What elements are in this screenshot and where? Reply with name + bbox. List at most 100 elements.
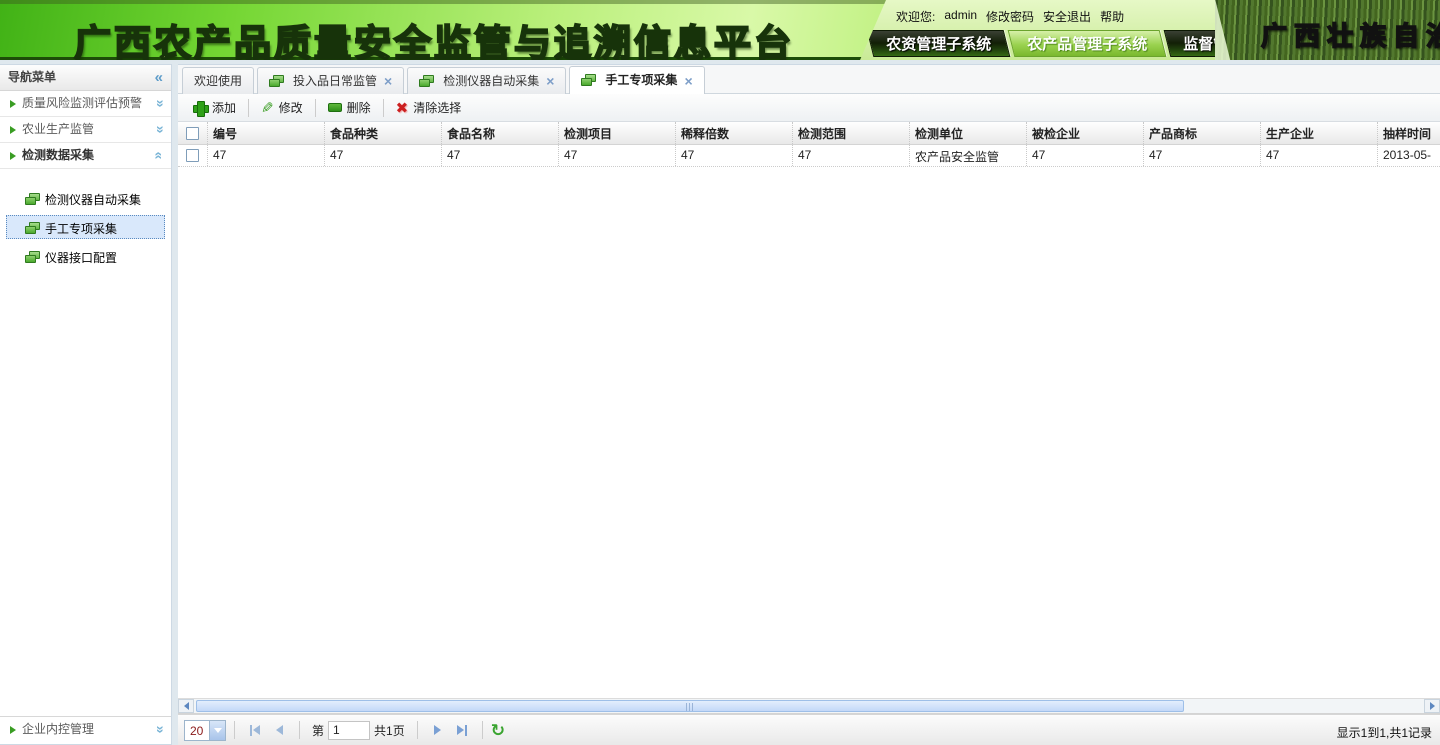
help-link[interactable]: 帮助 [1100, 8, 1124, 25]
table-cell: 47 [325, 145, 442, 166]
close-icon[interactable]: × [546, 74, 554, 88]
toolbar-separator [383, 99, 384, 117]
column-header[interactable]: 食品名称 [442, 122, 559, 144]
delete-bar-icon [328, 103, 342, 112]
close-icon[interactable]: × [684, 74, 692, 88]
change-password-link[interactable]: 修改密码 [986, 8, 1034, 25]
record-count-status: 显示1到1,共1记录 [1337, 724, 1432, 741]
scroll-right-button[interactable] [1424, 699, 1440, 713]
clear-selection-button[interactable]: ✖ 清除选择 [387, 97, 471, 119]
row-checkbox-cell [178, 145, 208, 166]
sidebar-collapse-icon[interactable]: « [155, 65, 163, 90]
table-cell: 47 [676, 145, 793, 166]
next-page-button[interactable] [426, 720, 450, 740]
column-header[interactable]: 检测单位 [910, 122, 1027, 144]
table-cell: 47 [208, 145, 325, 166]
content-tabbar: 欢迎使用 投入品日常监管 × 检测仪器自动采集 × 手工专项采集 × [178, 65, 1440, 94]
chevron-down-icon: « [147, 126, 172, 134]
last-page-icon [457, 725, 464, 735]
sidebar-item-interface-config[interactable]: 仪器接口配置 [6, 244, 165, 268]
table-row[interactable]: 47 47 47 47 47 47 农产品安全监管 47 47 47 2013-… [178, 145, 1440, 167]
red-x-icon: ✖ [396, 99, 409, 117]
layers-icon [419, 75, 434, 88]
logout-link[interactable]: 安全退出 [1043, 8, 1091, 25]
layers-icon [581, 74, 596, 87]
column-header[interactable]: 产品商标 [1144, 122, 1261, 144]
sidebar-group-detection-data[interactable]: 检测数据采集 « [0, 143, 171, 169]
sidebar-item-manual-collection[interactable]: 手工专项采集 [6, 215, 165, 239]
system-tabs: 农资管理子系统 农产品管理子系统 监督管理 [870, 30, 1259, 57]
last-page-button[interactable] [450, 720, 474, 740]
tab-welcome[interactable]: 欢迎使用 [182, 67, 254, 94]
table-cell: 47 [793, 145, 910, 166]
refresh-icon[interactable]: ↻ [491, 722, 505, 739]
sidebar-item-auto-collection[interactable]: 检测仪器自动采集 [6, 186, 165, 210]
chevron-down-icon: « [147, 100, 172, 108]
table-cell: 47 [559, 145, 676, 166]
column-header[interactable]: 抽样时间 [1378, 122, 1440, 144]
toolbar-separator [315, 99, 316, 117]
page-number-input[interactable] [328, 721, 370, 740]
toolbar-separator [248, 99, 249, 117]
layers-icon [25, 222, 40, 235]
table-cell: 47 [1144, 145, 1261, 166]
triangle-icon [10, 726, 16, 734]
username: admin [944, 8, 977, 25]
first-page-button[interactable] [243, 720, 267, 740]
wheat-banner-image: 广西壮族自治区 [1215, 0, 1440, 60]
pager-separator [482, 721, 483, 739]
horizontal-scrollbar[interactable] [178, 698, 1440, 714]
pagination-bar: 20 第 共1页 ↻ 显示1到1,共1记录 [178, 714, 1440, 745]
triangle-icon [10, 126, 16, 134]
table-cell: 47 [442, 145, 559, 166]
total-pages-label: 共1页 [374, 722, 405, 739]
pencil-icon: ✎ [261, 99, 274, 117]
scroll-left-button[interactable] [178, 699, 194, 713]
system-tab-agri-products[interactable]: 农产品管理子系统 [1008, 30, 1167, 57]
table-cell: 47 [1261, 145, 1378, 166]
column-header[interactable]: 编号 [208, 122, 325, 144]
column-header[interactable]: 检测项目 [559, 122, 676, 144]
column-header[interactable]: 生产企业 [1261, 122, 1378, 144]
chevron-up-icon: « [147, 152, 172, 160]
page-prefix-label: 第 [312, 722, 324, 739]
page-size-select[interactable]: 20 [184, 720, 226, 741]
tab-manual-collection[interactable]: 手工专项采集 × [569, 66, 704, 94]
triangle-icon [10, 100, 16, 108]
left-arrow-icon [184, 702, 189, 710]
scrollbar-thumb[interactable] [196, 700, 1184, 712]
grid-empty-area [178, 167, 1440, 698]
tab-input-daily-supervision[interactable]: 投入品日常监管 × [257, 67, 404, 94]
sidebar-group-internal-control[interactable]: 企业内控管理 « [0, 717, 171, 742]
region-banner-text: 广西壮族自治区 [1261, 16, 1440, 53]
row-checkbox[interactable] [186, 149, 199, 162]
close-icon[interactable]: × [384, 74, 392, 88]
column-header[interactable]: 检测范围 [793, 122, 910, 144]
system-tab-agri-materials[interactable]: 农资管理子系统 [867, 30, 1011, 57]
column-header[interactable]: 被检企业 [1027, 122, 1144, 144]
next-page-icon [434, 725, 441, 735]
delete-button[interactable]: 删除 [319, 97, 380, 119]
column-header[interactable]: 稀释倍数 [676, 122, 793, 144]
triangle-icon [10, 152, 16, 160]
column-header[interactable]: 食品种类 [325, 122, 442, 144]
sidebar-group-risk-monitoring[interactable]: 质量风险监测评估预警 « [0, 91, 171, 117]
add-button[interactable]: 添加 [184, 97, 245, 119]
pager-separator [234, 721, 235, 739]
select-all-checkbox[interactable] [186, 127, 199, 140]
sidebar-group-production-supervision[interactable]: 农业生产监管 « [0, 117, 171, 143]
header-right-panel: 欢迎您: admin 修改密码 安全退出 帮助 农资管理子系统 农产品管理子系统… [860, 0, 1217, 60]
table-cell: 47 [1027, 145, 1144, 166]
grid-viewport: 编号 食品种类 食品名称 检测项目 稀释倍数 检测范围 检测单位 被检企业 产品… [178, 122, 1440, 167]
app-header: 广西农产品质量安全监管与追溯信息平台 欢迎您: admin 修改密码 安全退出 … [0, 0, 1440, 60]
welcome-prefix: 欢迎您: [896, 8, 935, 25]
chevron-down-icon[interactable] [209, 721, 225, 740]
chevron-down-icon: « [147, 726, 172, 734]
prev-page-button[interactable] [267, 720, 291, 740]
tab-auto-collection[interactable]: 检测仪器自动采集 × [407, 67, 566, 94]
edit-button[interactable]: ✎ 修改 [252, 97, 312, 119]
page-size-value: 20 [185, 721, 209, 740]
sidebar-submenu: 检测仪器自动采集 手工专项采集 仪器接口配置 [0, 169, 171, 268]
pager-separator [299, 721, 300, 739]
sidebar-bottom: 企业内控管理 « [0, 716, 171, 742]
